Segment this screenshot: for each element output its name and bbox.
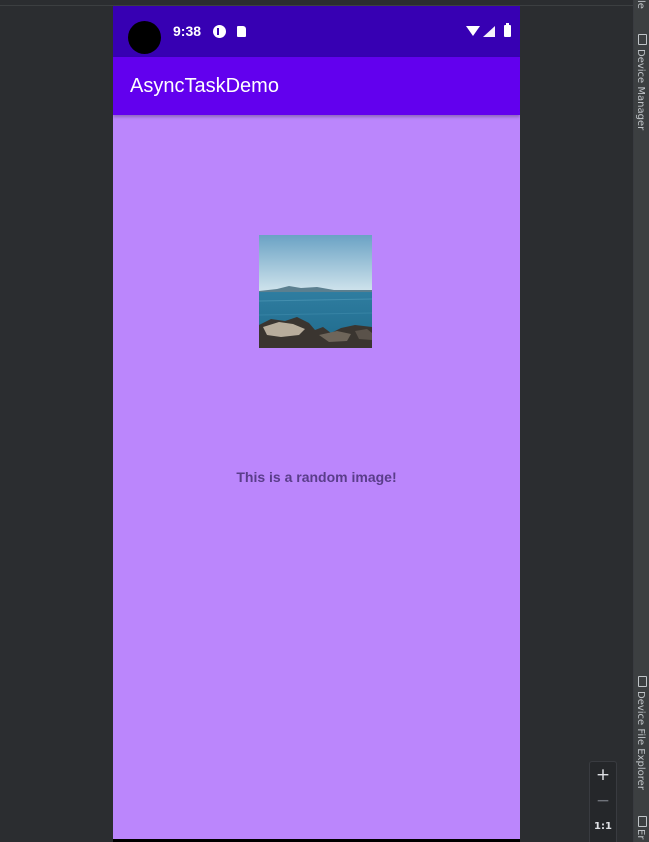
emulator-tool-tab[interactable]: Er bbox=[635, 829, 646, 839]
random-image bbox=[259, 235, 372, 348]
right-tool-strip: le Device Manager Device File Explorer E… bbox=[633, 0, 649, 842]
seascape-photo bbox=[259, 235, 372, 348]
emulator-screen[interactable]: 9:38 AsyncTaskDemo This is a random imag… bbox=[113, 6, 520, 842]
sd-card-icon bbox=[237, 26, 246, 37]
camera-cutout bbox=[128, 21, 161, 54]
device-manager-icon[interactable] bbox=[638, 34, 647, 45]
status-bar: 9:38 bbox=[113, 6, 520, 57]
emulator-tool-icon[interactable] bbox=[638, 816, 647, 827]
ide-window: 9:38 AsyncTaskDemo This is a random imag… bbox=[0, 0, 649, 842]
device-file-explorer-icon[interactable] bbox=[638, 676, 647, 687]
notification-p-icon bbox=[213, 25, 226, 38]
status-time: 9:38 bbox=[173, 23, 202, 39]
zoom-controls: + − 1:1 bbox=[589, 761, 617, 842]
zoom-in-button[interactable]: + bbox=[590, 762, 616, 788]
app-title: AsyncTaskDemo bbox=[130, 75, 279, 97]
tool-window-label-fragment[interactable]: le bbox=[635, 0, 646, 9]
device-manager-tab[interactable]: Device Manager bbox=[635, 49, 646, 130]
image-caption: This is a random image! bbox=[236, 469, 397, 485]
actual-size-button[interactable]: 1:1 bbox=[590, 814, 616, 840]
cell-signal-icon bbox=[483, 26, 495, 37]
device-file-explorer-tab[interactable]: Device File Explorer bbox=[635, 691, 646, 790]
app-bar: AsyncTaskDemo bbox=[113, 57, 520, 115]
wifi-icon bbox=[466, 26, 480, 36]
zoom-out-button[interactable]: − bbox=[590, 788, 616, 814]
battery-icon bbox=[504, 23, 511, 37]
